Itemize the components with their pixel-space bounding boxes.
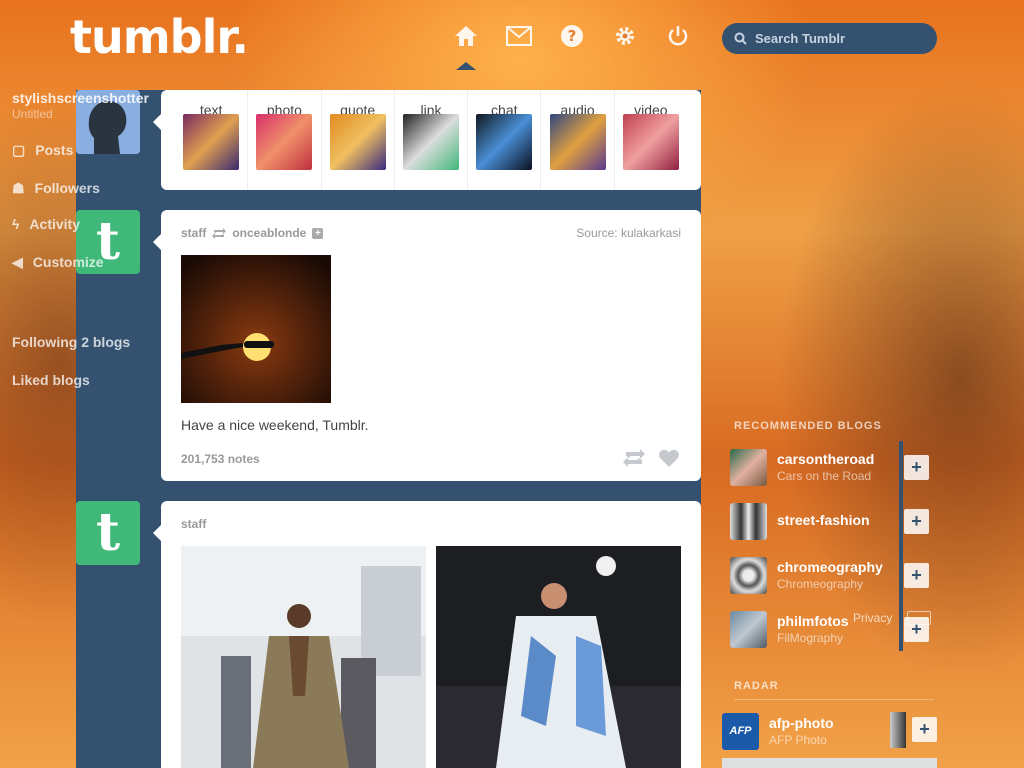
radar-divider <box>734 699 934 700</box>
power-icon[interactable] <box>664 22 692 50</box>
posts-icon: ▢ <box>12 141 26 158</box>
post-header: staff <box>181 517 206 531</box>
follow-plus-button[interactable]: + <box>904 563 929 588</box>
post-card: staff <box>153 501 701 768</box>
recommended-blog[interactable]: chromeography Chromeography <box>730 552 900 598</box>
radar-post-preview[interactable] <box>722 758 937 768</box>
sidebar-item-activity[interactable]: ϟ Activity <box>0 212 215 236</box>
keyboard-icon[interactable] <box>907 611 931 625</box>
follow-plus-button[interactable]: + <box>912 717 937 742</box>
blog-name[interactable]: stylishscreenshotter <box>0 88 215 108</box>
video-icon <box>622 114 679 170</box>
headphones-icon <box>549 114 606 170</box>
sidebar-item-label: Customize <box>32 254 104 270</box>
sidebar-item-followers[interactable]: ☗ Followers <box>0 176 215 200</box>
blog-name: afp-photo <box>769 715 834 731</box>
post-type-photo[interactable]: photo <box>248 90 322 190</box>
blog-title: AFP Photo <box>769 733 827 747</box>
blog-title: Cars on the Road <box>777 469 872 483</box>
tumblr-logo[interactable]: tumblr. <box>70 10 249 64</box>
recommended-blog[interactable]: street-fashion <box>730 498 900 544</box>
blog-title: Chromeography <box>777 577 864 591</box>
reblog-icon[interactable] <box>623 449 645 467</box>
svg-text:?: ? <box>568 27 577 45</box>
blog-avatar <box>730 610 767 648</box>
home-icon[interactable] <box>452 22 480 50</box>
staff-avatar[interactable]: t <box>76 501 140 565</box>
chat-icon <box>476 114 533 170</box>
radar-blog[interactable]: AFP afp-photo AFP Photo <box>722 708 892 754</box>
like-heart-icon[interactable] <box>659 449 679 467</box>
follow-plus-button[interactable]: + <box>904 509 929 534</box>
reblogged-from[interactable]: onceablonde <box>232 226 306 240</box>
blog-name: philmfotos <box>777 613 849 629</box>
activity-icon: ϟ <box>12 216 20 232</box>
post-notes[interactable]: 201,753 notes <box>181 452 260 466</box>
privacy-link[interactable]: Privacy <box>853 611 892 625</box>
blog-name: chromeography <box>777 559 883 575</box>
sidebar-item-label: Posts <box>35 142 74 158</box>
recommended-blog[interactable]: carsontheroad Cars on the Road <box>730 444 900 490</box>
post-author[interactable]: staff <box>181 517 206 531</box>
source-name[interactable]: kulakarkasi <box>621 226 681 240</box>
post-type-audio[interactable]: audio <box>541 90 615 190</box>
search-box[interactable] <box>722 23 937 54</box>
blog-avatar <box>730 556 767 594</box>
search-input[interactable] <box>755 31 925 46</box>
mail-icon[interactable] <box>505 22 533 50</box>
radar-heading: RADAR <box>734 680 779 692</box>
liked-blogs[interactable]: Liked blogs <box>0 370 215 390</box>
customize-icon: ◀ <box>12 253 23 270</box>
follow-plus-icon[interactable]: + <box>312 227 324 239</box>
post-photo[interactable] <box>181 546 426 768</box>
sidebar-item-posts[interactable]: ▢ Posts <box>0 138 215 162</box>
source-label: Source: <box>576 226 618 240</box>
active-nav-indicator <box>456 62 476 70</box>
post-type-video[interactable]: video <box>615 90 687 190</box>
quote-icon <box>329 114 386 170</box>
blog-name: street-fashion <box>777 512 870 528</box>
blog-subtitle: Untitled <box>12 107 53 121</box>
blog-avatar <box>730 502 767 540</box>
blog-avatar <box>730 448 767 486</box>
sidebar-item-customize[interactable]: ◀ Customize <box>0 250 215 274</box>
camera-icon <box>256 114 313 170</box>
gear-icon[interactable] <box>611 22 639 50</box>
post-type-selector: text photo quote link chat audio video <box>153 90 701 190</box>
post-type-quote[interactable]: quote <box>322 90 395 190</box>
sidebar-item-label: Activity <box>29 216 80 232</box>
blog-name: carsontheroad <box>777 451 875 467</box>
following-count[interactable]: Following 2 blogs <box>0 332 215 352</box>
post-type-chat[interactable]: chat <box>468 90 542 190</box>
afp-logo-icon: AFP <box>722 712 759 750</box>
radar-thumb <box>890 712 906 748</box>
blog-title: FilMography <box>777 631 844 645</box>
post-caption: Have a nice weekend, Tumblr. <box>181 417 369 433</box>
post-photo[interactable] <box>436 546 681 768</box>
search-icon <box>734 32 747 45</box>
radar-badge: AFP <box>729 725 752 737</box>
followers-icon: ☗ <box>12 179 25 196</box>
post-source[interactable]: Source: kulakarkasi <box>576 226 681 240</box>
link-icon <box>402 114 459 170</box>
help-icon[interactable]: ? <box>558 22 586 50</box>
recommended-heading: RECOMMENDED BLOGS <box>734 420 882 432</box>
sidebar-item-label: Followers <box>34 180 100 196</box>
follow-plus-button[interactable]: + <box>904 455 929 480</box>
post-card: staff onceablonde + Source: kulakarkasi … <box>153 210 701 481</box>
post-type-link[interactable]: link <box>395 90 469 190</box>
